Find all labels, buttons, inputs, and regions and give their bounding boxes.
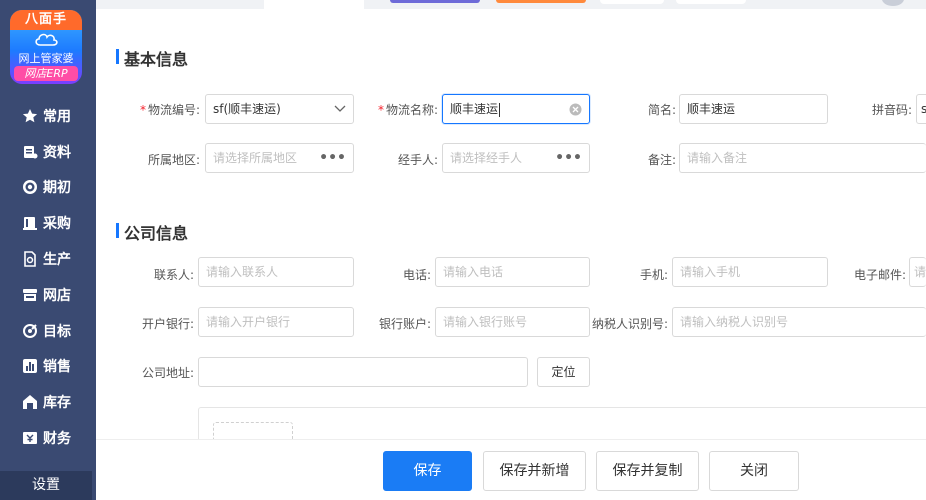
save-and-copy-button[interactable]: 保存并复制 — [596, 451, 699, 491]
sidebar-item-label: 库存 — [43, 395, 71, 412]
pinyin-code-input[interactable]: s — [916, 94, 926, 124]
footer-bar: 保存 保存并新增 保存并复制 关闭 — [96, 439, 926, 500]
sidebar-item-goal[interactable]: 目标 — [0, 313, 96, 349]
sidebar-item-inventory[interactable]: 库存 — [0, 384, 96, 420]
tax-id-input[interactable]: 请输入纳税人识别号 — [672, 307, 926, 337]
logo-brand: 八面手 — [10, 10, 82, 30]
address-label: 公司地址: — [141, 366, 194, 380]
star-icon — [22, 108, 38, 124]
avatar[interactable] — [882, 0, 904, 6]
sidebar-item-production[interactable]: 生产 — [0, 241, 96, 277]
logistics-code-select[interactable]: sf(顺丰速运) — [205, 94, 354, 124]
mobile-input[interactable]: 请输入手机 — [672, 257, 828, 287]
chevron-down-icon — [334, 95, 346, 123]
clear-icon[interactable] — [569, 95, 582, 123]
sidebar-item-label: 采购 — [43, 216, 71, 233]
sidebar-item-label: 资料 — [43, 144, 71, 161]
contact-label: 联系人: — [153, 268, 194, 282]
locate-button[interactable]: 定位 — [537, 357, 590, 387]
mobile-label: 手机: — [639, 268, 668, 282]
aim-icon — [22, 323, 38, 339]
bank-input[interactable]: 请输入开户银行 — [198, 307, 354, 337]
handler-label: 经手人: — [397, 153, 438, 167]
target-icon — [22, 179, 38, 195]
tab-white-2[interactable] — [676, 0, 746, 4]
tax-id-label: 纳税人识别号: — [591, 317, 668, 331]
remark-input[interactable]: 请输入备注 — [679, 143, 926, 173]
form-panel: 基本信息 * 物流编号: sf(顺丰速运) * 物流名称: 顺丰速运 简名: 顺丰速… — [96, 9, 926, 452]
sidebar-item-label: 期初 — [43, 180, 71, 197]
short-name-label: 简名: — [647, 103, 676, 117]
short-name-input[interactable]: 顺丰速运 — [679, 94, 828, 124]
contact-input[interactable]: 请输入联系人 — [198, 257, 354, 287]
warehouse-icon — [22, 394, 38, 410]
save-and-new-button[interactable]: 保存并新增 — [483, 451, 586, 491]
finance-icon — [22, 430, 38, 446]
email-label: 电子邮件: — [853, 268, 906, 282]
region-picker[interactable]: 请选择所属地区 ••• — [205, 143, 354, 173]
sidebar-item-label: 生产 — [43, 252, 71, 269]
app-logo[interactable]: 八面手 网上管家婆 网店ERP — [10, 10, 82, 84]
factory-icon — [22, 251, 38, 267]
more-icon[interactable]: ••• — [555, 144, 582, 172]
logistics-name-label: * 物流名称: — [377, 103, 438, 117]
email-input[interactable]: 请 — [909, 257, 926, 287]
bank-account-input[interactable]: 请输入银行账号 — [435, 307, 590, 337]
section-title-company: 公司信息 — [116, 220, 188, 244]
store-icon — [22, 287, 38, 303]
sidebar-item-purchase[interactable]: 采购 — [0, 205, 96, 241]
top-tab-bar — [96, 0, 926, 9]
sidebar-item-label: 财务 — [43, 431, 71, 448]
tab-active[interactable] — [264, 0, 364, 9]
sidebar-item-store[interactable]: 网店 — [0, 277, 96, 313]
tab-purple[interactable] — [390, 0, 480, 3]
sidebar-item-opening[interactable]: 期初 — [0, 170, 96, 206]
required-mark: * — [139, 103, 146, 117]
phone-input[interactable]: 请输入电话 — [435, 257, 590, 287]
remark-label: 备注: — [647, 153, 676, 167]
settings-button[interactable]: 设置 — [0, 471, 92, 500]
more-icon[interactable]: ••• — [319, 144, 346, 172]
text-cursor — [499, 102, 501, 117]
phone-label: 电话: — [402, 268, 431, 282]
sidebar-nav: 常用 资料 期初 采购 生产 网店 目标 销售 库存 财务 — [0, 98, 96, 456]
bank-label: 开户银行: — [141, 317, 194, 331]
sidebar-item-label: 销售 — [43, 359, 71, 376]
close-button[interactable]: 关闭 — [709, 451, 799, 491]
required-mark: * — [377, 103, 384, 117]
document-icon — [22, 144, 38, 160]
logistics-code-label: * 物流编号: — [139, 103, 200, 117]
tab-white[interactable] — [600, 0, 664, 4]
sidebar: 八面手 网上管家婆 网店ERP 常用 资料 期初 采购 生产 网店 目标 销售 … — [0, 0, 96, 500]
sidebar-item-label: 常用 — [43, 108, 71, 125]
save-button[interactable]: 保存 — [383, 451, 472, 491]
bank-account-label: 银行账户: — [378, 317, 431, 331]
cloud-icon — [35, 33, 58, 46]
pinyin-code-label: 拼音码: — [871, 103, 912, 117]
region-label: 所属地区: — [147, 153, 200, 167]
section-title-basic: 基本信息 — [116, 46, 188, 70]
sidebar-item-finance[interactable]: 财务 — [0, 420, 96, 456]
sidebar-item-common[interactable]: 常用 — [0, 98, 96, 134]
sidebar-item-data[interactable]: 资料 — [0, 134, 96, 170]
chart-icon — [22, 358, 38, 374]
sidebar-item-label: 网店 — [43, 287, 71, 304]
handler-picker[interactable]: 请选择经手人 ••• — [442, 143, 590, 173]
logo-product: 网店ERP — [14, 66, 78, 81]
sidebar-item-sales[interactable]: 销售 — [0, 349, 96, 385]
logo-subtitle: 网上管家婆 — [18, 52, 74, 65]
tab-orange[interactable] — [496, 0, 586, 3]
address-input[interactable] — [198, 357, 528, 387]
logistics-name-input[interactable]: 顺丰速运 — [442, 94, 590, 124]
sidebar-item-label: 目标 — [43, 323, 71, 340]
book-icon — [22, 215, 38, 231]
